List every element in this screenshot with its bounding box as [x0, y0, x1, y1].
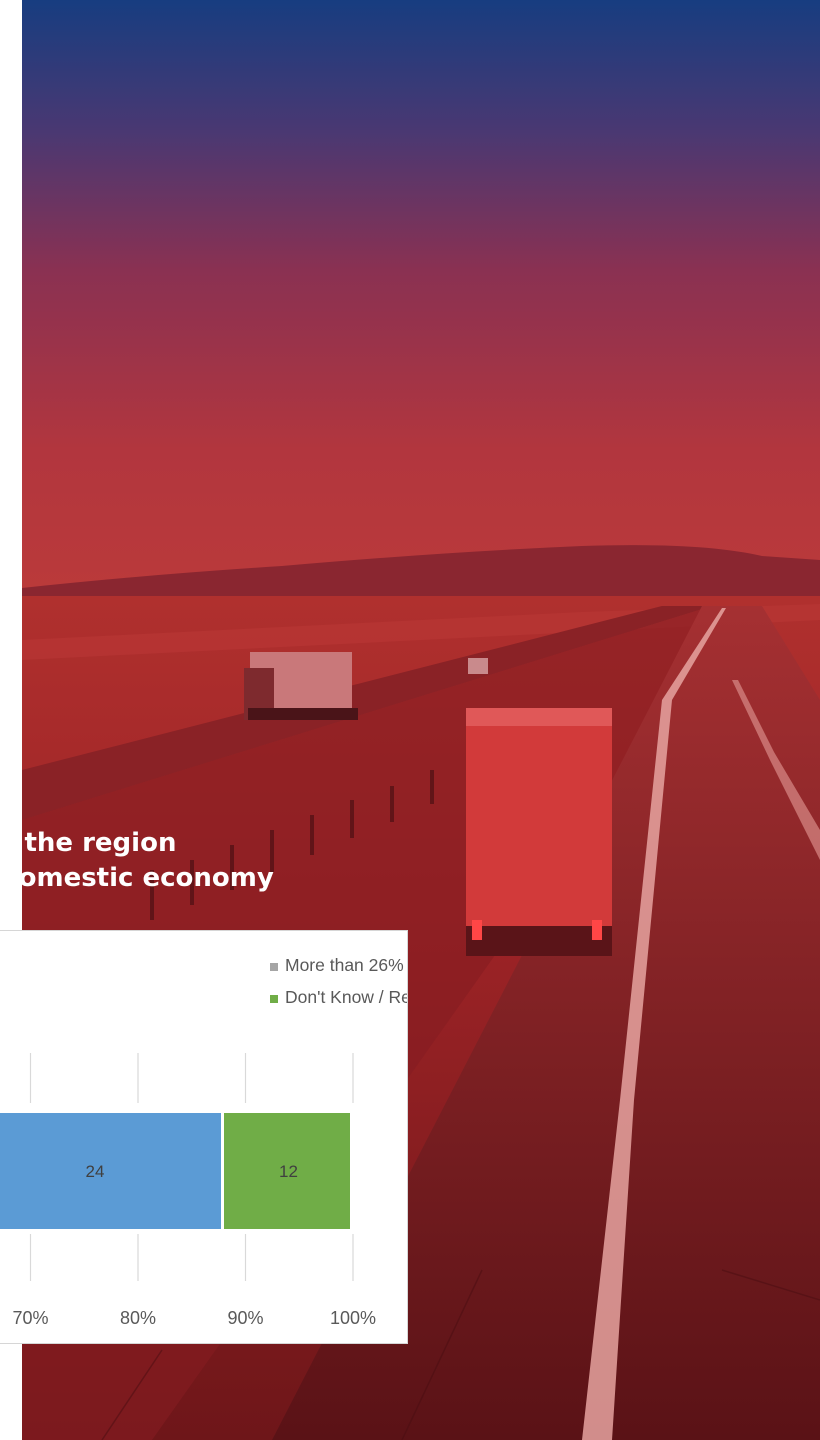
legend-label-1: Don't Know / Refuse, 12%	[285, 987, 408, 1007]
legend: More than 26% to 50%, 16% Don't Know / Re…	[270, 955, 408, 1007]
chart-panel: More than 26% to 50%, 16% Don't Know / Re…	[0, 930, 408, 1344]
heading-line-2: domestic economy	[0, 863, 274, 893]
x-tick-label-3: 100%	[330, 1308, 376, 1328]
x-tick-label-2: 90%	[227, 1308, 263, 1328]
x-axis-ticks: 70% 80% 90% 100%	[12, 1308, 376, 1328]
stacked-bar-chart: More than 26% to 50%, 16% Don't Know / Re…	[0, 955, 408, 1328]
bar-label-1: 12	[279, 1162, 298, 1181]
bars: 24 12	[0, 1113, 350, 1229]
heading-line-1: in the region	[0, 828, 177, 858]
x-tick-label-0: 70%	[12, 1308, 48, 1328]
legend-label-0: More than 26% to 50%, 16%	[285, 955, 408, 975]
x-tick-label-1: 80%	[120, 1308, 156, 1328]
bar-label-0: 24	[86, 1162, 105, 1181]
truck-far-icon	[244, 652, 358, 720]
legend-swatch-0	[270, 963, 278, 971]
bar-segment-0	[0, 1113, 221, 1229]
legend-swatch-1	[270, 995, 278, 1003]
page-heading: in the region domestic economy	[0, 826, 360, 896]
truck-near-icon	[466, 708, 612, 956]
